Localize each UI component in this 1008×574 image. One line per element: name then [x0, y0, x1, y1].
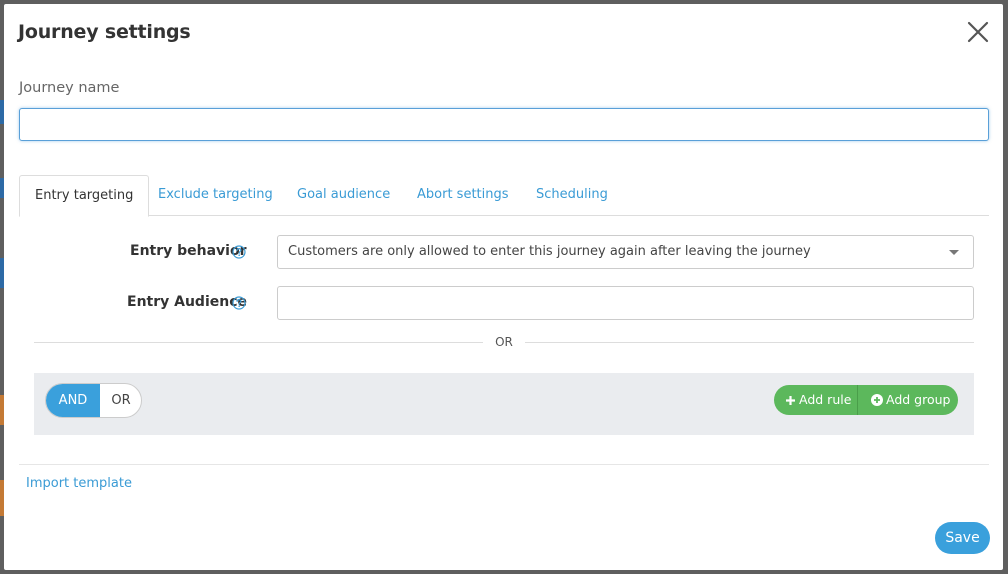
question-circle-icon[interactable]	[232, 296, 246, 310]
rule-builder-panel: AND OR Add rule Add group	[34, 373, 974, 435]
plus-icon	[786, 396, 795, 405]
journey-settings-modal: Journey settings Journey name Entry targ…	[4, 4, 1003, 570]
journey-name-input[interactable]	[19, 108, 989, 141]
caret-down-icon	[949, 250, 959, 255]
entry-behavior-label: Entry behavior	[130, 243, 247, 259]
tab-exclude-targeting[interactable]: Exclude targeting	[158, 175, 273, 216]
import-template-link[interactable]: Import template	[26, 476, 132, 491]
add-rule-label: Add rule	[799, 392, 852, 407]
and-or-toggle: AND OR	[45, 383, 142, 418]
tab-entry-targeting[interactable]: Entry targeting	[19, 175, 150, 217]
modal-title: Journey settings	[18, 21, 191, 43]
divider-left	[34, 342, 483, 343]
close-button[interactable]	[966, 20, 990, 44]
and-toggle-button[interactable]: AND	[46, 384, 100, 417]
settings-tabs: Entry targeting Exclude targeting Goal a…	[19, 175, 989, 217]
entry-behavior-select[interactable]: Customers are only allowed to enter this…	[277, 235, 974, 269]
add-rule-button[interactable]: Add rule	[774, 385, 858, 415]
tab-scheduling[interactable]: Scheduling	[536, 175, 608, 216]
tab-goal-audience[interactable]: Goal audience	[297, 175, 390, 216]
or-toggle-button[interactable]: OR	[100, 384, 141, 417]
close-icon	[967, 21, 989, 43]
tab-abort-settings[interactable]: Abort settings	[417, 175, 509, 216]
entry-behavior-value: Customers are only allowed to enter this…	[288, 244, 811, 259]
add-group-label: Add group	[886, 392, 951, 407]
divider-right	[525, 342, 974, 343]
entry-audience-label: Entry Audience	[127, 294, 248, 310]
plus-circle-icon	[871, 394, 883, 406]
rule-actions-group: Add rule Add group	[774, 385, 958, 415]
or-divider-text: OR	[495, 335, 513, 349]
save-button[interactable]: Save	[935, 522, 990, 554]
add-group-button[interactable]: Add group	[859, 385, 958, 415]
entry-audience-input[interactable]	[277, 286, 974, 320]
journey-name-label: Journey name	[19, 80, 120, 96]
footer-divider	[19, 464, 989, 465]
question-circle-icon[interactable]	[232, 245, 246, 259]
